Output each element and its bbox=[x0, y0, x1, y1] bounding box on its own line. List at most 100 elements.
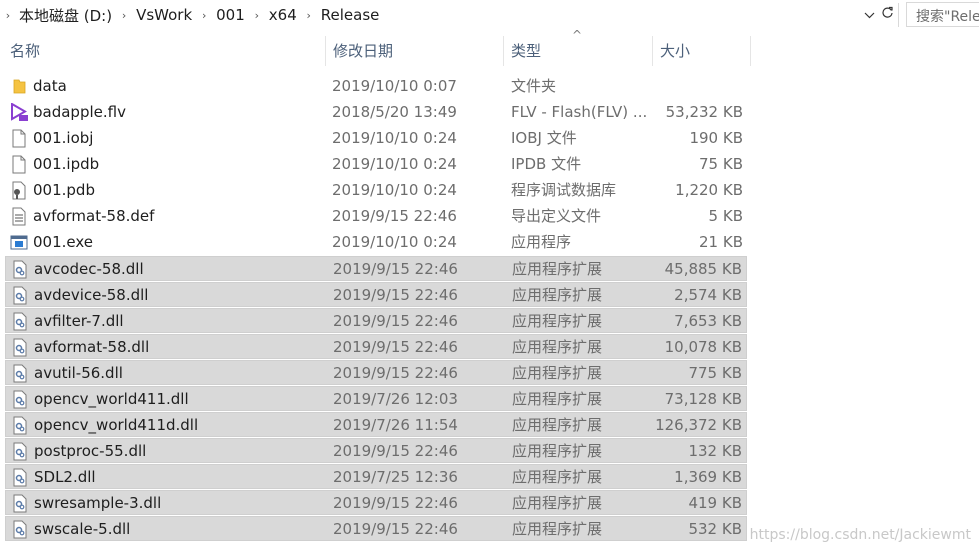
file-row[interactable]: swresample-3.dll 2019/9/15 22:46 应用程序扩展 419… bbox=[5, 490, 747, 515]
file-size: 73,128 KB bbox=[664, 390, 742, 408]
file-row[interactable]: avdevice-58.dll 2019/9/15 22:46 应用程序扩展 2,57… bbox=[5, 282, 747, 307]
file-type: 应用程序扩展 bbox=[512, 312, 603, 330]
breadcrumb-release[interactable]: Release bbox=[318, 6, 383, 24]
file-type: 文件夹 bbox=[511, 77, 557, 95]
file-type: 应用程序扩展 bbox=[512, 364, 603, 382]
search-input[interactable]: 搜索"Release" bbox=[906, 2, 979, 27]
file-size: 1,369 KB bbox=[674, 468, 742, 486]
sort-ascending-icon: ^ bbox=[572, 28, 583, 42]
chevron-right-icon[interactable]: › bbox=[300, 9, 318, 22]
file-size: 21 KB bbox=[699, 233, 743, 251]
column-header-name[interactable]: 名称 bbox=[10, 36, 40, 66]
file-size: 10,078 KB bbox=[664, 338, 742, 356]
file-type: FLV - Flash(FLV) ... bbox=[511, 103, 648, 121]
refresh-icon[interactable] bbox=[878, 4, 896, 26]
file-type: 导出定义文件 bbox=[511, 207, 602, 225]
breadcrumb-vswork[interactable]: VsWork bbox=[133, 6, 195, 24]
file-name: avutil-56.dll bbox=[34, 364, 123, 382]
file-row[interactable]: avutil-56.dll 2019/9/15 22:46 应用程序扩展 775 KB bbox=[5, 360, 747, 385]
file-row[interactable]: SDL2.dll 2019/7/25 12:36 应用程序扩展 1,369 KB bbox=[5, 464, 747, 489]
breadcrumb-x64[interactable]: x64 bbox=[266, 6, 300, 24]
file-date: 2019/9/15 22:46 bbox=[333, 364, 458, 382]
file-row[interactable]: avfilter-7.dll 2019/9/15 22:46 应用程序扩展 7,653… bbox=[5, 308, 747, 333]
file-date: 2019/10/10 0:24 bbox=[332, 233, 457, 251]
file-date: 2019/9/15 22:46 bbox=[333, 338, 458, 356]
dll-file-icon bbox=[11, 364, 29, 383]
file-date: 2019/9/15 22:46 bbox=[333, 442, 458, 460]
chevron-down-icon[interactable] bbox=[860, 4, 878, 26]
dll-file-icon bbox=[11, 468, 29, 487]
file-name: badapple.flv bbox=[33, 103, 126, 121]
file-size: 419 KB bbox=[688, 494, 742, 512]
file-size: 7,653 KB bbox=[674, 312, 742, 330]
file-name: avformat-58.def bbox=[33, 207, 155, 225]
chevron-right-icon[interactable]: › bbox=[0, 9, 16, 22]
file-name: avdevice-58.dll bbox=[34, 286, 149, 304]
file-name: 001.ipdb bbox=[33, 155, 100, 173]
file-row[interactable]: avformat-58.dll 2019/9/15 22:46 应用程序扩展 10,0… bbox=[5, 334, 747, 359]
file-row[interactable]: postproc-55.dll 2019/9/15 22:46 应用程序扩展 132 … bbox=[5, 438, 747, 463]
file-size: 53,232 KB bbox=[665, 103, 743, 121]
column-header-date[interactable]: 修改日期 bbox=[333, 36, 393, 66]
column-header-size[interactable]: 大小 bbox=[660, 36, 690, 66]
file-name: 001.iobj bbox=[33, 129, 94, 147]
file-date: 2019/9/15 22:46 bbox=[333, 312, 458, 330]
breadcrumb-drive[interactable]: 本地磁盘 (D:) bbox=[16, 5, 115, 26]
chevron-right-icon[interactable]: › bbox=[195, 9, 213, 22]
dll-file-icon bbox=[11, 260, 29, 279]
file-row[interactable]: opencv_world411.dll 2019/7/26 12:03 应用程序扩展… bbox=[5, 386, 747, 411]
file-date: 2019/9/15 22:46 bbox=[333, 260, 458, 278]
file-size: 126,372 KB bbox=[655, 416, 742, 434]
file-size: 5 KB bbox=[708, 207, 743, 225]
file-row[interactable]: 001.iobj 2019/10/10 0:24 IOBJ 文件 190 KB bbox=[5, 126, 747, 151]
file-date: 2019/9/15 22:46 bbox=[333, 520, 458, 538]
column-divider[interactable] bbox=[503, 36, 504, 66]
file-row[interactable]: 001.ipdb 2019/10/10 0:24 IPDB 文件 75 KB bbox=[5, 152, 747, 177]
file-name: swresample-3.dll bbox=[34, 494, 162, 512]
file-row[interactable]: data 2019/10/10 0:07 文件夹 bbox=[5, 74, 747, 99]
column-divider[interactable] bbox=[652, 36, 653, 66]
file-row[interactable]: avcodec-58.dll 2019/9/15 22:46 应用程序扩展 45,88… bbox=[5, 256, 747, 281]
file-date: 2018/5/20 13:49 bbox=[332, 103, 457, 121]
file-size: 190 KB bbox=[689, 129, 743, 147]
file-name: avcodec-58.dll bbox=[34, 260, 144, 278]
dll-file-icon bbox=[11, 312, 29, 331]
pdb-file-icon bbox=[10, 181, 28, 200]
file-size: 532 KB bbox=[688, 520, 742, 538]
file-date: 2019/7/26 11:54 bbox=[333, 416, 458, 434]
file-row[interactable]: 001.exe 2019/10/10 0:24 应用程序 21 KB bbox=[5, 230, 747, 255]
file-row[interactable]: swscale-5.dll 2019/9/15 22:46 应用程序扩展 532 KB bbox=[5, 516, 747, 541]
file-type: 应用程序扩展 bbox=[512, 260, 603, 278]
breadcrumb[interactable]: › 本地磁盘 (D:) › VsWork › 001 › x64 › Relea… bbox=[0, 2, 899, 28]
file-row[interactable]: avformat-58.def 2019/9/15 22:46 导出定义文件 5 KB bbox=[5, 204, 747, 229]
file-size: 1,220 KB bbox=[675, 181, 743, 199]
column-header-type[interactable]: 类型 bbox=[511, 36, 541, 66]
file-type: 应用程序扩展 bbox=[512, 442, 603, 460]
breadcrumb-001[interactable]: 001 bbox=[213, 6, 248, 24]
file-row[interactable]: 001.pdb 2019/10/10 0:24 程序调试数据库 1,220 KB bbox=[5, 178, 747, 203]
file-name: avfilter-7.dll bbox=[34, 312, 124, 330]
file-name: opencv_world411d.dll bbox=[34, 416, 199, 434]
file-name: SDL2.dll bbox=[34, 468, 96, 486]
file-type: 应用程序扩展 bbox=[512, 390, 603, 408]
dll-file-icon bbox=[11, 416, 29, 435]
file-row[interactable]: badapple.flv 2018/5/20 13:49 FLV - Flash(F… bbox=[5, 100, 747, 125]
file-date: 2019/10/10 0:07 bbox=[332, 77, 457, 95]
file-name: opencv_world411.dll bbox=[34, 390, 189, 408]
file-size: 132 KB bbox=[688, 442, 742, 460]
file-date: 2019/9/15 22:46 bbox=[333, 286, 458, 304]
file-type: 应用程序扩展 bbox=[512, 416, 603, 434]
file-size: 75 KB bbox=[699, 155, 743, 173]
file-date: 2019/9/15 22:46 bbox=[332, 207, 457, 225]
column-divider[interactable] bbox=[750, 36, 751, 66]
chevron-right-icon[interactable]: › bbox=[115, 9, 133, 22]
file-row[interactable]: opencv_world411d.dll 2019/7/26 11:54 应用程序扩… bbox=[5, 412, 747, 437]
chevron-right-icon[interactable]: › bbox=[248, 9, 266, 22]
column-divider[interactable] bbox=[325, 36, 326, 66]
dll-file-icon bbox=[11, 442, 29, 461]
divider bbox=[898, 3, 899, 27]
file-type: 应用程序扩展 bbox=[512, 338, 603, 356]
file-type: 应用程序扩展 bbox=[512, 468, 603, 486]
flv-file-icon bbox=[10, 102, 28, 122]
file-date: 2019/7/25 12:36 bbox=[333, 468, 458, 486]
